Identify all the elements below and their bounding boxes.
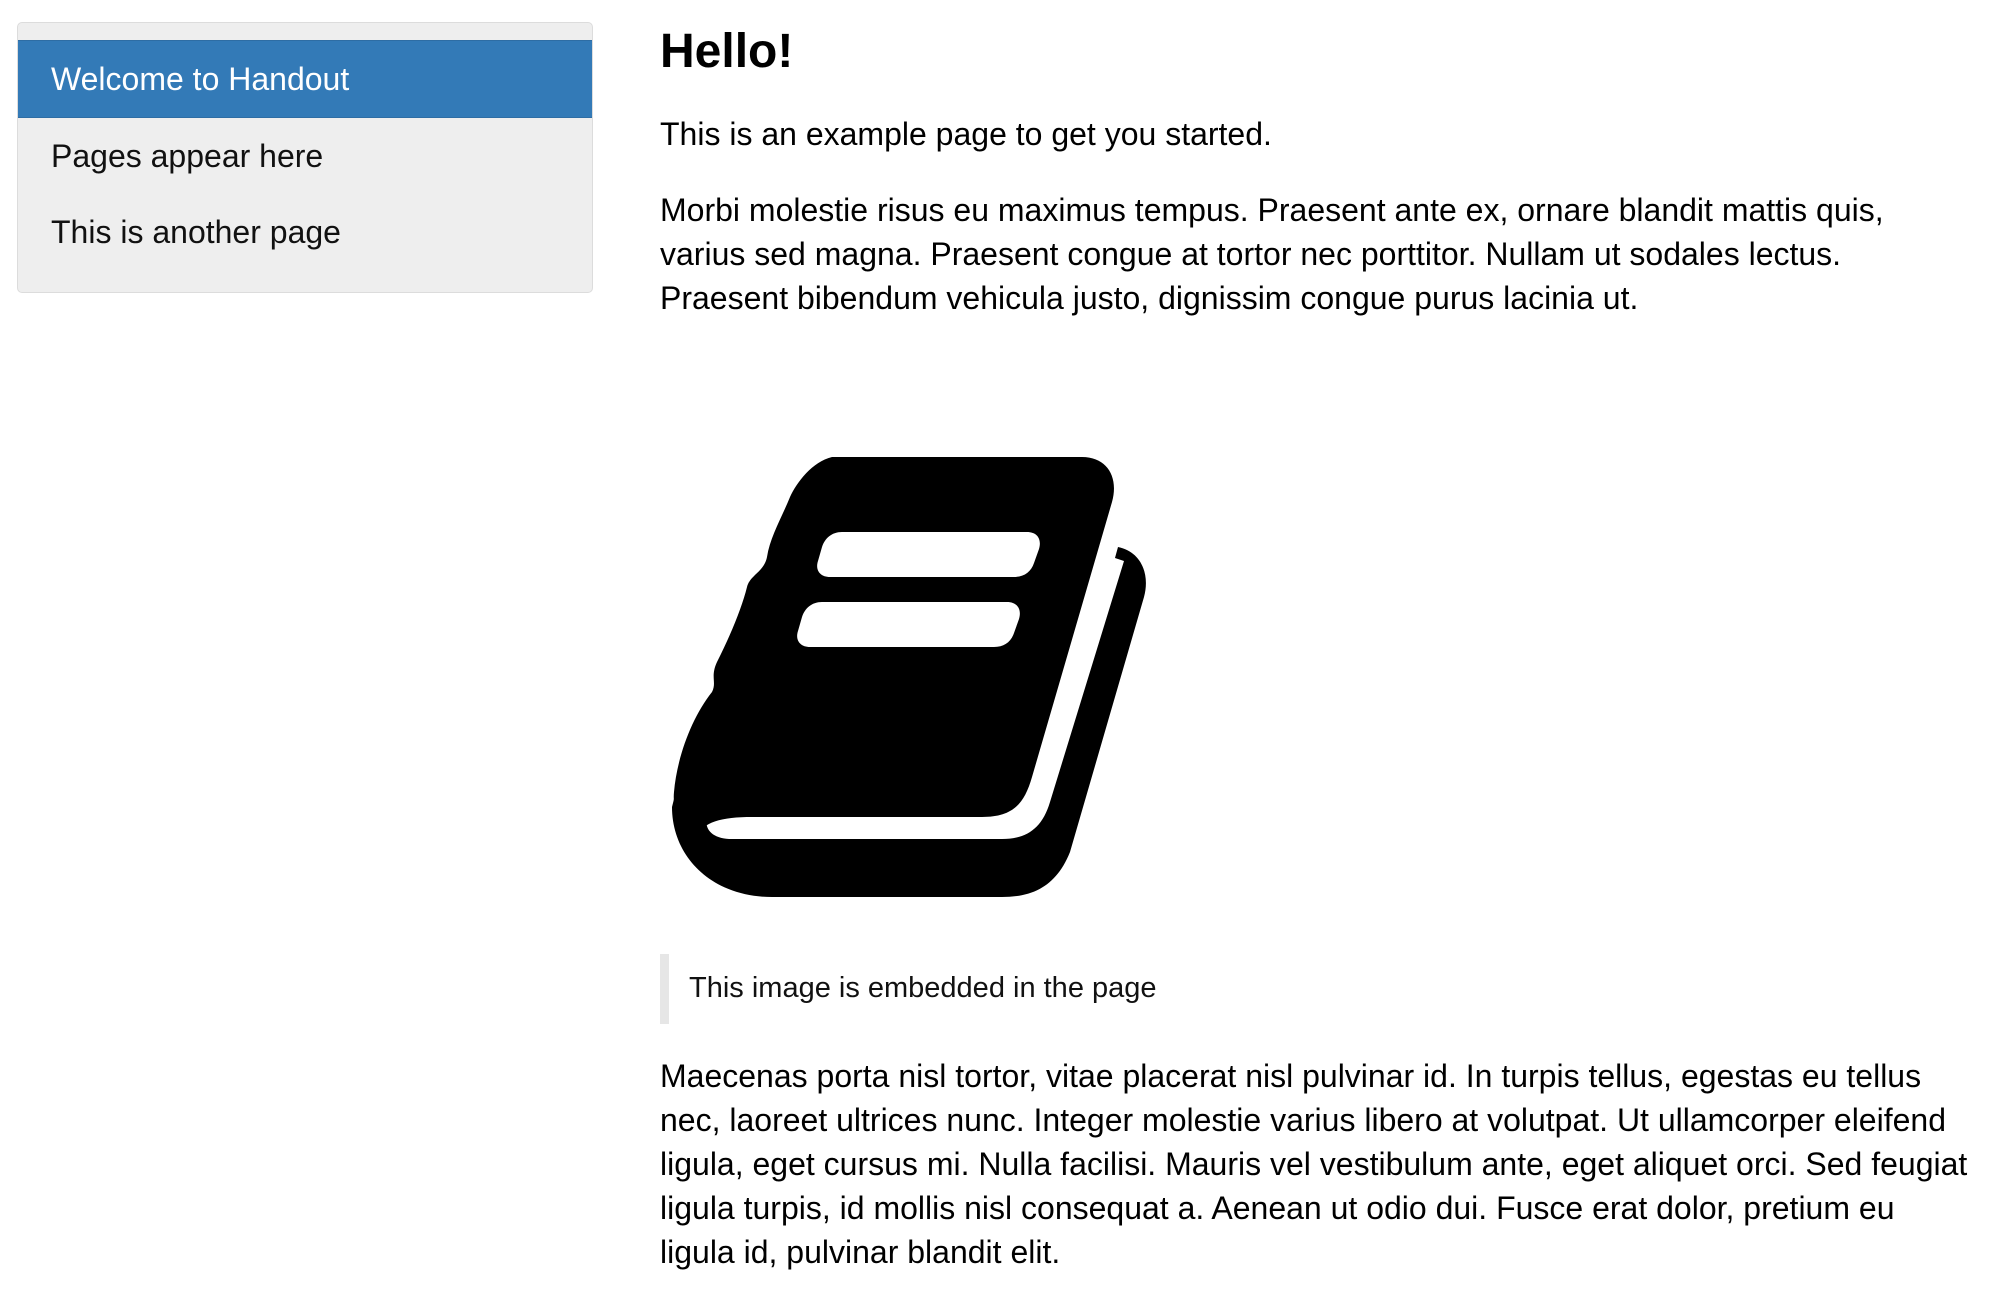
main-content: Hello! This is an example page to get yo… (660, 0, 1970, 1274)
sidebar-item-pages-appear-here[interactable]: Pages appear here (18, 118, 592, 194)
paragraph-2: Maecenas porta nisl tortor, vitae placer… (660, 1058, 1968, 1270)
paragraph-1: Morbi molestie risus eu maximus tempus. … (660, 192, 1884, 316)
book-icon (672, 457, 1146, 897)
image-caption: This image is embedded in the page (660, 954, 1970, 1024)
sidebar-nav: Welcome to Handout Pages appear here Thi… (17, 22, 593, 293)
intro-text: This is an example page to get you start… (660, 116, 1272, 152)
sidebar-item-another-page[interactable]: This is another page (18, 194, 592, 270)
embedded-image (672, 457, 1162, 899)
sidebar-item-welcome-to-handout[interactable]: Welcome to Handout (18, 40, 592, 118)
page-title: Hello! (660, 25, 794, 78)
